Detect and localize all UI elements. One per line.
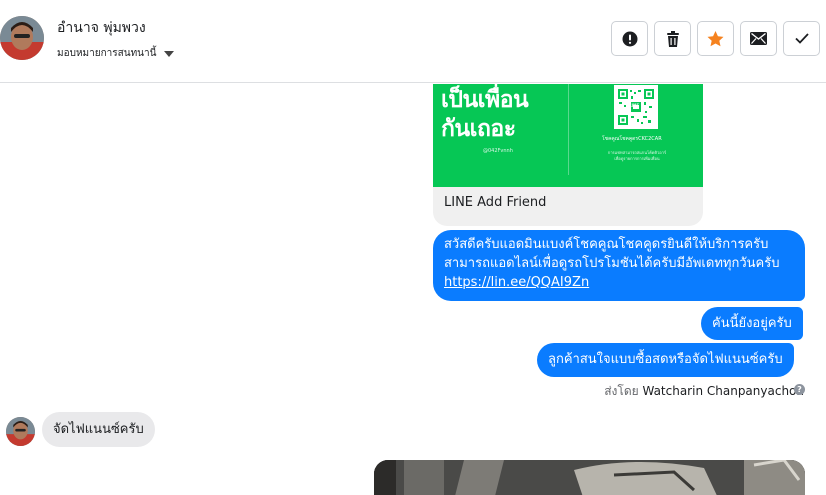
qr-instructions: การแชทสามารถสแกนโค้ดคิวอาร์เพื่อดูรายการ… <box>607 150 667 161</box>
assign-label: มอบหมายการสนทนานี้ <box>57 48 157 59</box>
sent-by-prefix: ส่งโดย <box>604 384 639 398</box>
check-icon <box>794 33 809 44</box>
outgoing-message[interactable]: คันนี้ยังอยู่ครับ <box>701 307 803 340</box>
outgoing-message[interactable]: ลูกค้าสนใจแบบซื้อสดหรือจัดไฟแนนซ์ครับ <box>537 343 794 377</box>
conversation-header: อำนาจ พุ่มพวง มอบหมายการสนทนานี้ <box>0 0 826 83</box>
spam-report-button[interactable] <box>611 21 648 56</box>
star-icon <box>707 30 724 46</box>
delete-button[interactable] <box>654 21 691 56</box>
outgoing-message[interactable]: สวัสดีครับแอดมินแบงค์โชคคูณโชคคูดรยินดีใ… <box>433 230 805 301</box>
star-button[interactable] <box>697 21 734 56</box>
line-add-friend-card[interactable]: เป็นเพื่อน กันเถอะ @042Fvnnh LINE โชคคูณ… <box>433 84 703 226</box>
help-icon[interactable]: ? <box>794 384 805 395</box>
alert-circle-icon <box>622 31 637 46</box>
contact-avatar-small[interactable] <box>6 417 35 446</box>
mark-done-button[interactable] <box>783 21 820 56</box>
chevron-down-icon <box>164 50 175 57</box>
mark-unread-button[interactable] <box>740 21 777 56</box>
photo-attachment[interactable] <box>374 460 805 495</box>
message-line: สามารถแอดไลน์เพื่อดูรถโปรโมชันได้ครับมีอ… <box>444 256 780 271</box>
envelope-icon <box>750 32 767 45</box>
line-add-friend-image: เป็นเพื่อน กันเถอะ @042Fvnnh LINE โชคคูณ… <box>433 84 703 187</box>
message-line: สวัสดีครับแอดมินแบงค์โชคคูณโชคคูดรยินดีใ… <box>444 237 769 252</box>
qr-code: LINE <box>614 85 658 129</box>
trash-icon <box>666 30 679 47</box>
line-id: @042Fvnnh <box>483 148 513 154</box>
card-divider <box>568 84 569 175</box>
conversation-toolbar <box>611 21 820 56</box>
card-title: LINE Add Friend <box>444 195 547 210</box>
message-thread[interactable]: เป็นเพื่อน กันเถอะ @042Fvnnh LINE โชคคูณ… <box>0 84 826 495</box>
qr-caption: โชคคูณโชคคูดรCKC2CAR <box>602 136 662 142</box>
incoming-message[interactable]: จัดไฟแนนซ์ครับ <box>42 412 155 447</box>
card-headline: เป็นเพื่อน กันเถอะ <box>441 87 529 142</box>
contact-avatar[interactable] <box>0 16 44 60</box>
sender-name: Watcharin Chanpanyachon <box>642 384 804 398</box>
message-link[interactable]: https://lin.ee/QQAI9Zn <box>444 275 589 290</box>
contact-name: อำนาจ พุ่มพวง <box>57 20 146 36</box>
assign-conversation-dropdown[interactable]: มอบหมายการสนทนานี้ <box>57 46 175 61</box>
qr-label: LINE <box>629 103 640 108</box>
sent-by-label: ส่งโดย Watcharin Chanpanyachon <box>604 382 804 401</box>
